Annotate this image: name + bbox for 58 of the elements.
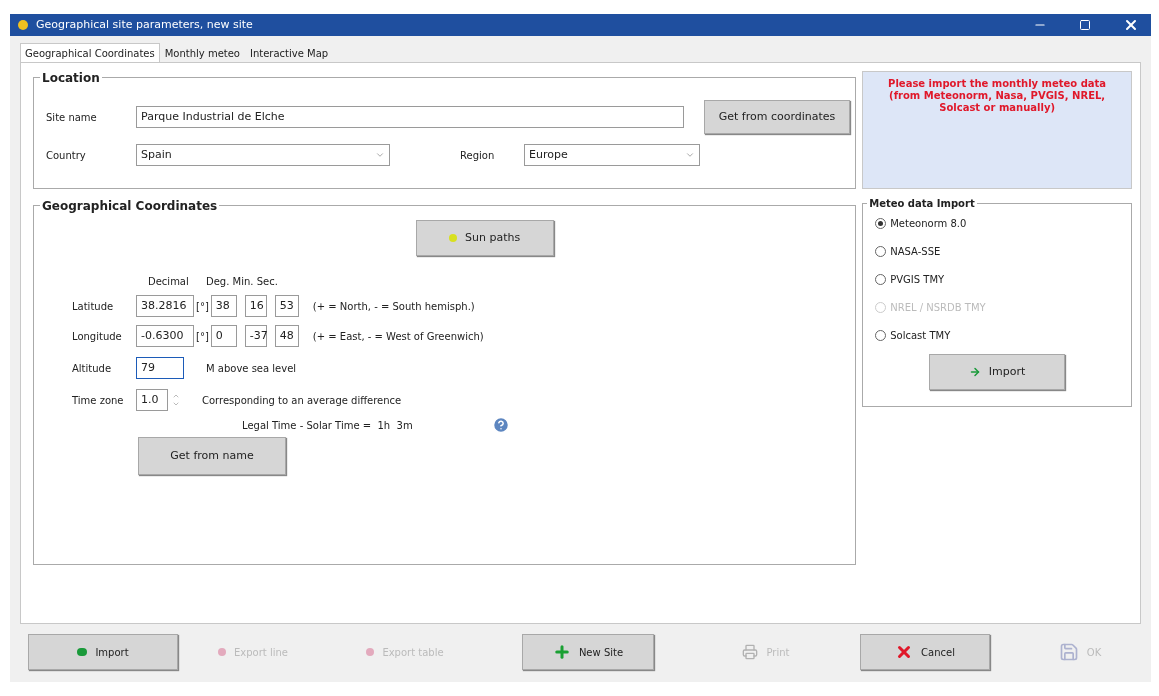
- close-icon[interactable]: [1123, 17, 1139, 33]
- caret-icon: [375, 150, 385, 160]
- field-label: Time zone: [71, 393, 125, 408]
- minutes-field[interactable]: -37: [244, 325, 267, 347]
- decimal-field[interactable]: 38.2816: [136, 295, 194, 317]
- region-dropdown[interactable]: Europe: [524, 144, 700, 166]
- altitude-field[interactable]: 79: [136, 357, 184, 379]
- window-title: Geographical site parameters, new site: [36, 16, 254, 33]
- unit-label: [°]: [196, 329, 209, 344]
- sun-paths-button[interactable]: Sun paths: [415, 220, 554, 256]
- degrees-field[interactable]: 0: [210, 325, 237, 347]
- column-header: Deg. Min. Sec.: [206, 275, 278, 289]
- seconds-field[interactable]: 48: [274, 325, 299, 347]
- altitude-note: M above sea level: [206, 361, 297, 376]
- time-zone-field[interactable]: 1.0: [136, 389, 168, 411]
- sun-icon: [449, 234, 457, 242]
- hemisphere-note: (+ = East, - = West of Greenwich): [312, 329, 484, 344]
- radio-option[interactable]: NASA-SSE: [875, 242, 1131, 260]
- radio-option[interactable]: PVGIS TMY: [875, 270, 1131, 288]
- seconds-field[interactable]: 53: [274, 295, 299, 317]
- radio-option[interactable]: Solcast TMY: [875, 326, 1131, 344]
- maximize-icon[interactable]: [1079, 19, 1091, 31]
- country-dropdown[interactable]: Spain: [136, 144, 390, 166]
- get-from-coordinates-button[interactable]: Get from coordinates: [704, 100, 850, 134]
- column-header: Decimal: [148, 275, 190, 289]
- tab[interactable]: Interactive Map: [245, 43, 334, 62]
- arrow-icon: [968, 366, 981, 378]
- plus-icon: [552, 643, 571, 661]
- footer-button[interactable]: Cancel: [860, 634, 990, 670]
- caret-icon: [685, 150, 695, 160]
- degrees-field[interactable]: 38: [210, 295, 237, 317]
- app-logo-icon: [18, 20, 28, 30]
- help-icon[interactable]: [492, 416, 510, 434]
- footer-button[interactable]: Import: [28, 634, 178, 670]
- tab[interactable]: Monthly meteo: [159, 43, 245, 62]
- hemisphere-note: (+ = North, - = South hemisph.): [312, 299, 475, 314]
- site-name-field[interactable]: Parque Industrial de Elche: [136, 106, 684, 128]
- save-icon: [1058, 642, 1079, 662]
- get-from-name-button[interactable]: Get from name: [138, 437, 286, 475]
- field-label: Region: [460, 148, 496, 163]
- import-notice: Please import the monthly meteo data (from Meteonorm, Nasa, PVGIS, NREL, Solcast or manually): [887, 78, 1108, 114]
- field-label: Longitude: [71, 329, 123, 344]
- field-label: Latitude: [71, 299, 115, 314]
- time-zone-note: Corresponding to an average difference: [202, 393, 402, 408]
- radio-option[interactable]: Meteonorm 8.0: [875, 214, 1131, 232]
- import-button[interactable]: Import: [929, 354, 1066, 390]
- printer-icon: [742, 644, 759, 660]
- minutes-field[interactable]: 16: [244, 295, 267, 317]
- decimal-field[interactable]: -0.6300: [136, 325, 194, 347]
- legal-time-text: Legal Time - Solar Time = 1h 3m: [242, 418, 414, 433]
- field-label: Site name: [45, 110, 98, 125]
- group-title: Geographical Coordinates: [40, 197, 220, 215]
- tab[interactable]: Geographical Coordinates: [20, 43, 160, 62]
- unit-label: [°]: [196, 299, 209, 314]
- footer-button[interactable]: New Site: [522, 634, 654, 670]
- field-label: Country: [45, 148, 87, 163]
- group-title: Meteo data Import: [867, 196, 977, 211]
- field-label: Altitude: [71, 361, 113, 376]
